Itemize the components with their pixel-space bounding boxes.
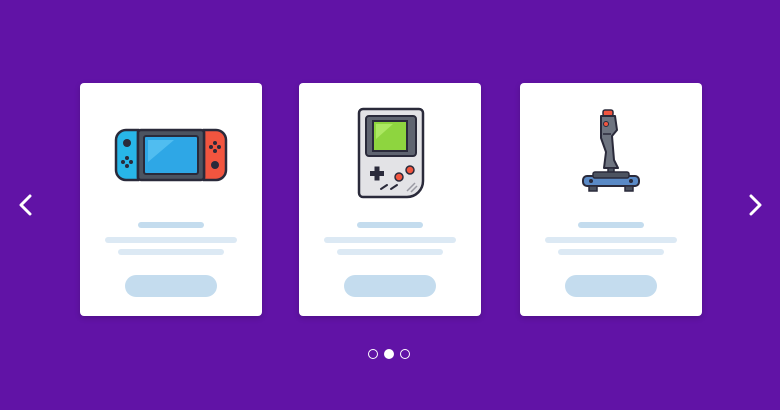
card-illustration — [80, 83, 262, 213]
chevron-right-icon — [749, 194, 762, 216]
pagination-dot-2[interactable] — [384, 349, 394, 359]
text-placeholder — [118, 249, 224, 255]
pagination-dot-1[interactable] — [368, 349, 378, 359]
next-arrow-button[interactable] — [741, 190, 769, 220]
handheld-console-icon — [114, 128, 228, 182]
text-placeholder — [558, 249, 664, 255]
card-illustration — [520, 83, 702, 213]
card-illustration — [299, 83, 481, 213]
pagination-dots — [368, 349, 414, 361]
carousel-card[interactable] — [299, 83, 481, 316]
joystick-icon — [582, 109, 640, 192]
text-placeholder — [545, 237, 677, 243]
card-button-placeholder[interactable] — [344, 275, 436, 297]
text-placeholder — [324, 237, 456, 243]
title-placeholder — [138, 222, 204, 228]
retro-handheld-icon — [357, 107, 425, 199]
text-placeholder — [337, 249, 443, 255]
title-placeholder — [357, 222, 423, 228]
card-button-placeholder[interactable] — [125, 275, 217, 297]
chevron-left-icon — [19, 194, 32, 216]
card-button-placeholder[interactable] — [565, 275, 657, 297]
carousel-card[interactable] — [80, 83, 262, 316]
text-placeholder — [105, 237, 237, 243]
title-placeholder — [578, 222, 644, 228]
previous-arrow-button[interactable] — [12, 190, 40, 220]
pagination-dot-3[interactable] — [400, 349, 410, 359]
carousel-card[interactable] — [520, 83, 702, 316]
